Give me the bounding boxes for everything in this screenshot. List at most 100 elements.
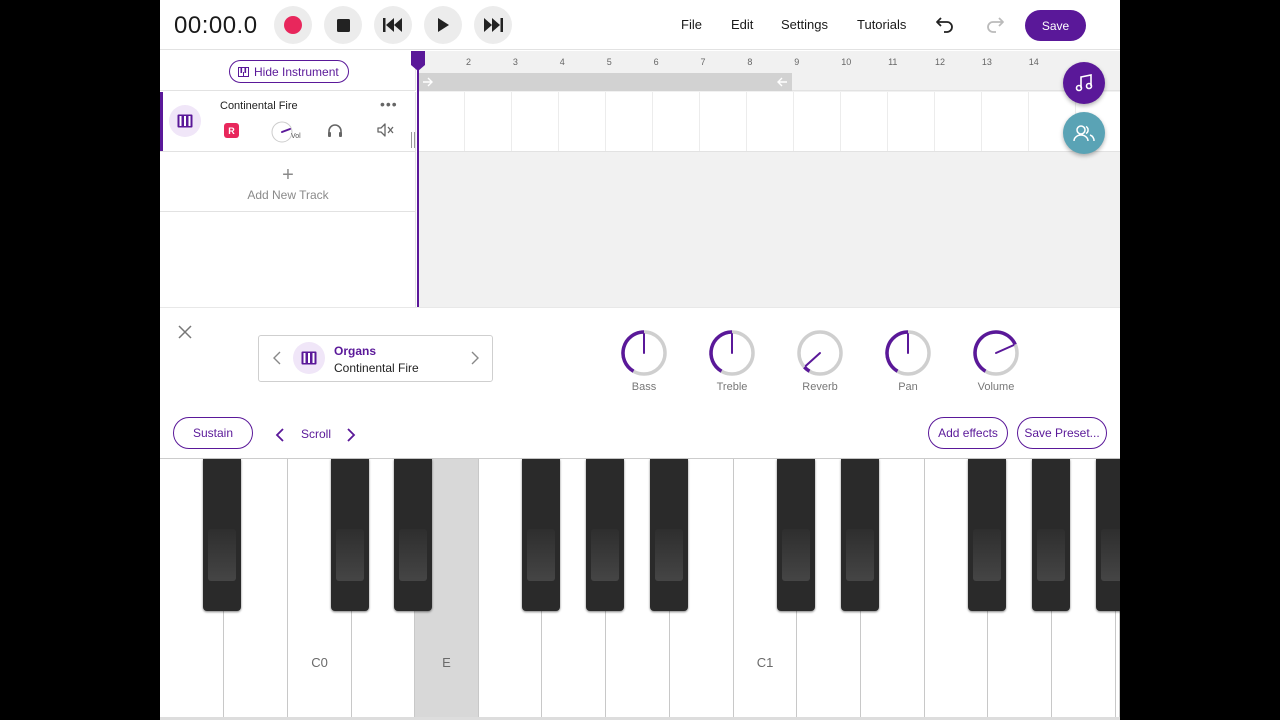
loop-start-arrow-icon[interactable] — [422, 76, 434, 88]
instrument-panel: Organs Continental Fire Bass Treble Reve… — [160, 307, 1120, 458]
play-icon — [438, 18, 449, 32]
headphone-icon[interactable] — [326, 122, 344, 138]
chevron-right-icon[interactable] — [345, 426, 357, 444]
menu-edit[interactable]: Edit — [731, 17, 753, 32]
key-label-c1: C1 — [756, 655, 774, 670]
treble-knob[interactable]: Treble — [707, 328, 757, 393]
beat-gridline — [934, 92, 935, 151]
beat-gridline — [699, 92, 700, 151]
fast-forward-icon — [484, 18, 503, 32]
piano-black-key[interactable] — [1032, 459, 1070, 611]
piano-black-key[interactable] — [777, 459, 815, 611]
piano-black-key[interactable] — [841, 459, 879, 611]
chevron-left-icon[interactable] — [274, 426, 286, 444]
record-arm-button[interactable]: R — [224, 123, 239, 138]
loop-region[interactable] — [417, 73, 792, 91]
pan-knob[interactable]: Pan — [883, 328, 933, 393]
sustain-button[interactable]: Sustain — [173, 417, 253, 449]
add-new-track-button[interactable]: + Add New Track — [160, 152, 416, 212]
keyboard-scroll: Scroll — [274, 425, 358, 445]
track-name[interactable]: Continental Fire — [220, 100, 298, 112]
mute-icon[interactable] — [377, 122, 395, 138]
chevron-right-icon[interactable] — [469, 349, 481, 367]
chevron-left-icon[interactable] — [271, 349, 283, 367]
piano-keyboard: C0 E C1 — [160, 458, 1120, 720]
menu-tutorials[interactable]: Tutorials — [857, 17, 906, 32]
beat-gridline — [746, 92, 747, 151]
ruler-mark: 8 — [747, 57, 753, 67]
track-header[interactable]: Continental Fire ••• R Vol — [160, 92, 416, 152]
rewind-icon — [383, 18, 402, 32]
collaborators-button[interactable] — [1063, 112, 1105, 154]
volume-knob[interactable]: Volume — [971, 328, 1021, 393]
rewind-button[interactable] — [374, 6, 412, 44]
track-resize-handle[interactable] — [411, 132, 415, 148]
loop-end-arrow-icon[interactable] — [776, 76, 788, 88]
track-more-icon[interactable]: ••• — [380, 96, 398, 112]
playhead[interactable] — [411, 51, 425, 307]
ruler-mark: 5 — [606, 57, 612, 67]
fast-forward-button[interactable] — [474, 6, 512, 44]
playhead-handle[interactable] — [410, 51, 426, 71]
ruler-mark: 4 — [559, 57, 565, 67]
add-effects-button[interactable]: Add effects — [928, 417, 1008, 449]
ruler-mark: 10 — [841, 57, 852, 67]
beat-gridline — [840, 92, 841, 151]
piano-black-key[interactable] — [968, 459, 1006, 611]
volume-label: Volume — [977, 381, 1015, 393]
beat-gridline — [1028, 92, 1029, 151]
save-preset-button[interactable]: Save Preset... — [1017, 417, 1107, 449]
key-label-c0: C0 — [311, 655, 328, 670]
track-list-empty-area — [160, 212, 416, 307]
close-icon[interactable] — [176, 323, 194, 341]
piano-black-key[interactable] — [1096, 459, 1120, 611]
record-button[interactable] — [274, 6, 312, 44]
reverb-knob[interactable]: Reverb — [795, 328, 845, 393]
undo-button[interactable] — [932, 12, 958, 38]
timeline-ruler[interactable]: 2 3 4 5 6 7 8 9 10 11 12 13 14 — [417, 51, 1120, 91]
beat-gridline — [887, 92, 888, 151]
bass-knob[interactable]: Bass — [619, 328, 669, 393]
top-toolbar: 00:00.0 File Edit Settings Tutorials Sav… — [160, 0, 1120, 50]
menu-settings[interactable]: Settings — [781, 17, 828, 32]
timeline[interactable]: 2 3 4 5 6 7 8 9 10 11 12 13 14 — [411, 51, 1120, 307]
piano-icon — [238, 66, 249, 77]
record-icon — [284, 16, 302, 34]
stop-button[interactable] — [324, 6, 362, 44]
plus-icon: + — [282, 164, 294, 186]
menu-file[interactable]: File — [681, 17, 702, 32]
beat-gridline — [464, 92, 465, 151]
ruler-mark: 6 — [653, 57, 659, 67]
ruler-mark: 3 — [512, 57, 518, 67]
piano-black-key[interactable] — [331, 459, 369, 611]
instrument-category: Organs — [334, 344, 377, 358]
music-notes-button[interactable] — [1063, 62, 1105, 104]
save-button[interactable]: Save — [1025, 10, 1086, 41]
ruler-mark: 12 — [935, 57, 946, 67]
ruler-mark: 9 — [794, 57, 800, 67]
piano-black-key[interactable] — [522, 459, 560, 611]
track-instrument-button[interactable] — [169, 105, 201, 137]
beat-gridline — [558, 92, 559, 151]
piano-black-key[interactable] — [203, 459, 241, 611]
track-volume-knob[interactable] — [270, 120, 294, 144]
piano-black-key[interactable] — [650, 459, 688, 611]
treble-label: Treble — [716, 381, 748, 393]
beat-gridline — [511, 92, 512, 151]
piano-black-key[interactable] — [586, 459, 624, 611]
hide-instrument-button[interactable]: Hide Instrument — [229, 60, 349, 83]
piano-black-key[interactable] — [394, 459, 432, 611]
beat-gridline — [652, 92, 653, 151]
redo-icon — [987, 17, 1004, 33]
play-button[interactable] — [424, 6, 462, 44]
redo-button[interactable] — [982, 12, 1008, 38]
ruler-mark: 2 — [466, 57, 472, 67]
undo-icon — [936, 17, 953, 33]
stop-icon — [336, 18, 350, 32]
preset-selector[interactable]: Organs Continental Fire — [258, 335, 493, 382]
music-note-icon — [1075, 74, 1093, 92]
hide-instrument-label: Hide Instrument — [254, 64, 339, 79]
track-lane[interactable] — [417, 92, 1120, 152]
piano-icon — [293, 342, 325, 374]
ruler-mark: 13 — [981, 57, 992, 67]
